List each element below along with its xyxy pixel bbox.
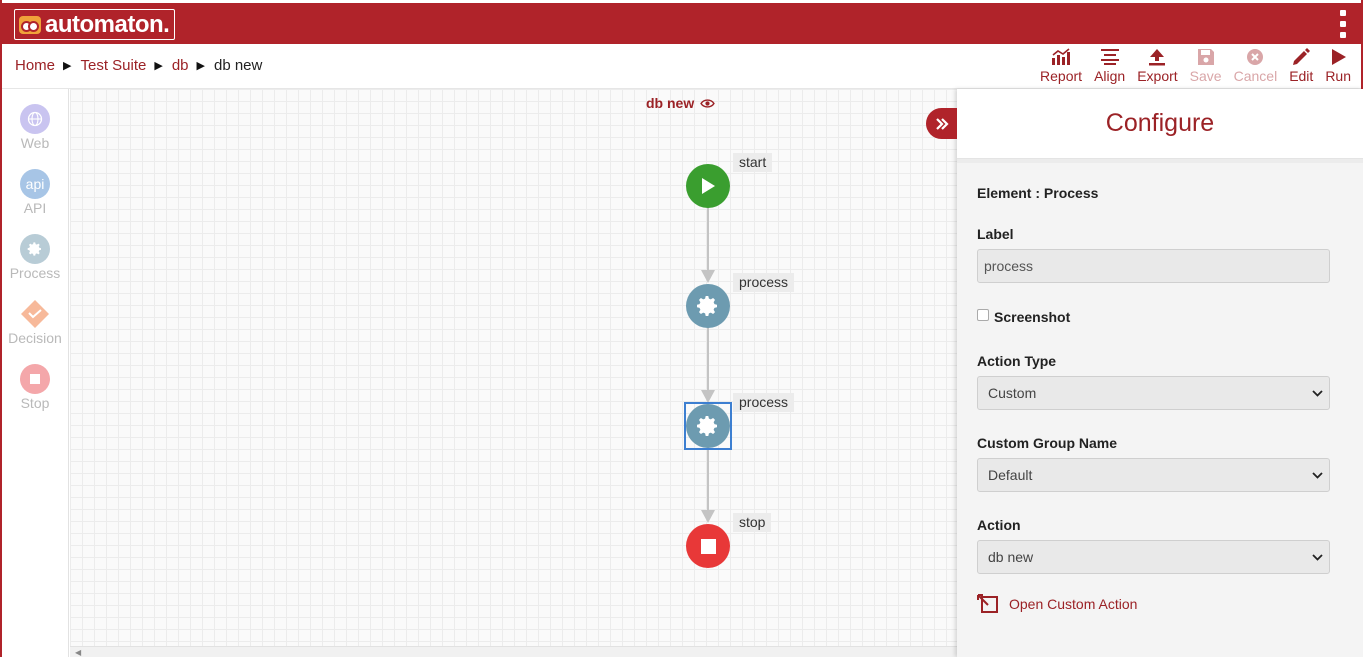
run-button[interactable]: Run: [1325, 45, 1351, 87]
action-type-value: Custom: [988, 385, 1037, 401]
align-button[interactable]: Align: [1094, 45, 1125, 87]
action-type-label: Action Type: [977, 353, 1057, 369]
connector-lines: [701, 207, 715, 523]
stop-icon: [20, 364, 50, 394]
collapse-panel-button[interactable]: [926, 108, 957, 139]
palette-item-stop[interactable]: Stop: [2, 364, 68, 411]
api-icon: api: [20, 169, 50, 199]
gear-icon: [697, 416, 717, 436]
screenshot-checkbox[interactable]: [977, 309, 989, 321]
export-button[interactable]: Export: [1137, 45, 1178, 87]
screenshot-row: Screenshot: [977, 309, 1343, 325]
element-palette: Web api API Process Decision Stop: [2, 89, 69, 657]
report-label: Report: [1040, 68, 1083, 84]
palette-label: Stop: [20, 395, 50, 411]
open-external-icon: [977, 594, 998, 613]
custom-group-label: Custom Group Name: [977, 435, 1118, 451]
top-bar: automaton.: [2, 0, 1361, 44]
breadcrumb-current: db new: [213, 57, 263, 74]
process-node-selected[interactable]: [686, 404, 730, 448]
breadcrumb-home[interactable]: Home: [15, 57, 55, 74]
toolbar: Report Align Export Save Cancel Edit Run: [1028, 45, 1351, 87]
horizontal-scrollbar[interactable]: ◀: [70, 646, 957, 657]
palette-label: Decision: [8, 330, 62, 346]
globe-icon: [20, 104, 50, 134]
chevron-down-icon: [1312, 471, 1323, 479]
api-icon-text: api: [25, 176, 45, 192]
palette-item-process[interactable]: Process: [2, 234, 68, 281]
chevron-down-icon: [1312, 553, 1323, 561]
action-value: db new: [988, 549, 1034, 565]
panel-title: Configure: [957, 89, 1363, 159]
gear-icon: [697, 296, 717, 316]
breadcrumb: Home ▶ Test Suite ▶ db ▶ db new: [15, 57, 262, 74]
palette-label: Process: [9, 265, 61, 281]
open-custom-action-label: Open Custom Action: [1009, 596, 1138, 612]
breadcrumb-test-suite[interactable]: Test Suite: [80, 57, 146, 74]
stop-icon: [700, 538, 716, 554]
action-label: Action: [977, 517, 1021, 533]
palette-item-api[interactable]: api API: [2, 169, 68, 216]
save-icon: [1197, 49, 1214, 65]
scroll-left-icon[interactable]: ◀: [75, 648, 81, 657]
palette-label: API: [23, 200, 47, 216]
label-input[interactable]: [977, 249, 1330, 283]
logo-text: automaton.: [45, 10, 170, 38]
node-label-stop[interactable]: stop: [733, 513, 772, 532]
pencil-icon: [1293, 48, 1311, 65]
screenshot-label: Screenshot: [994, 309, 1071, 325]
start-node[interactable]: [686, 164, 730, 208]
double-chevron-right-icon: [935, 117, 949, 130]
element-type: Element : Process: [977, 185, 1099, 201]
app-logo[interactable]: automaton.: [14, 9, 176, 40]
diamond-icon: [20, 299, 50, 329]
export-icon: [1149, 49, 1166, 66]
breadcrumb-separator: ▶: [63, 60, 72, 72]
run-label: Run: [1325, 68, 1351, 84]
node-label-start[interactable]: start: [733, 153, 773, 172]
chevron-down-icon: [1312, 389, 1323, 397]
custom-group-value: Default: [988, 467, 1033, 483]
palette-item-web[interactable]: Web: [2, 104, 68, 151]
gear-icon: [20, 234, 50, 264]
play-icon: [1332, 49, 1347, 65]
breadcrumb-separator: ▶: [196, 60, 205, 72]
panel-body: Element : Process Label Screenshot Actio…: [957, 159, 1363, 657]
logo-icon: [19, 15, 41, 34]
process-node[interactable]: [686, 284, 730, 328]
node-label-process[interactable]: process: [733, 273, 795, 292]
breadcrumb-toolbar-row: Home ▶ Test Suite ▶ db ▶ db new Report A…: [2, 44, 1361, 89]
palette-item-decision[interactable]: Decision: [2, 299, 68, 346]
action-type-select[interactable]: Custom: [977, 376, 1330, 410]
align-icon: [1100, 49, 1119, 65]
edit-label: Edit: [1289, 68, 1314, 84]
open-custom-action-link[interactable]: Open Custom Action: [977, 594, 1343, 614]
workflow-canvas[interactable]: db new start process process stop: [70, 89, 957, 646]
export-label: Export: [1137, 68, 1178, 84]
align-label: Align: [1094, 68, 1126, 84]
breadcrumb-separator: ▶: [154, 60, 163, 72]
stop-node[interactable]: [686, 524, 730, 568]
save-button[interactable]: Save: [1190, 45, 1222, 87]
breadcrumb-db[interactable]: db: [172, 57, 189, 74]
cancel-label: Cancel: [1233, 68, 1278, 84]
save-label: Save: [1189, 68, 1222, 84]
configure-panel: Configure Element : Process Label Screen…: [957, 89, 1363, 657]
cancel-button[interactable]: Cancel: [1233, 45, 1278, 87]
palette-label: Web: [20, 135, 50, 151]
edit-button[interactable]: Edit: [1289, 45, 1313, 87]
more-menu-icon[interactable]: [1339, 10, 1347, 38]
cancel-icon: [1247, 49, 1264, 65]
label-field-label: Label: [977, 226, 1014, 242]
custom-group-select[interactable]: Default: [977, 458, 1330, 492]
action-select[interactable]: db new: [977, 540, 1330, 574]
node-label-process[interactable]: process: [733, 393, 795, 412]
report-icon: [1052, 48, 1071, 65]
play-icon: [702, 178, 715, 194]
report-button[interactable]: Report: [1040, 45, 1082, 87]
